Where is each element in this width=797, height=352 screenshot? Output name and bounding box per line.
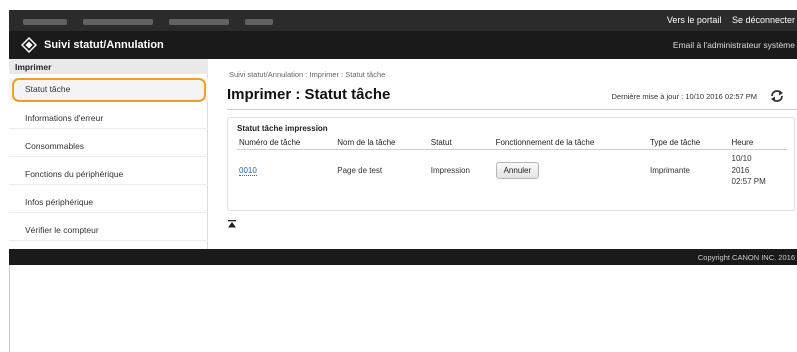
time-clock: 02:57 PM	[731, 177, 766, 187]
title-divider	[227, 109, 797, 110]
highlight-ring	[12, 78, 206, 102]
sidebar-section-print: Imprimer	[9, 59, 208, 74]
app-logo-icon	[21, 37, 37, 53]
portal-link[interactable]: Vers le portail	[667, 15, 722, 25]
page-title: Imprimer : Statut tâche	[227, 86, 391, 103]
logout-link[interactable]: Se déconnecter	[732, 15, 795, 25]
sidebar-item-check-counter[interactable]: Vérifier le compteur	[9, 219, 208, 241]
time-year: 2016	[731, 165, 750, 175]
scroll-top-icon[interactable]	[228, 220, 236, 228]
admin-mail-link[interactable]: Email à l'administrateur système	[673, 40, 795, 50]
sidebar-item-device-info[interactable]: Infos périphérique	[9, 191, 208, 213]
time-cell: 10/10 2016 02:57 PM	[730, 150, 788, 191]
copyright-text: Copyright CANON INC. 2016	[697, 253, 795, 262]
job-name-cell: Page de test	[337, 165, 383, 175]
table-header-row: Numéro de tâche Nom de la tâche Statut F…	[237, 136, 787, 150]
col-job-number: Numéro de tâche	[237, 136, 336, 150]
time-date: 10/10	[731, 154, 752, 163]
footer: Copyright CANON INC. 2016	[9, 249, 797, 265]
breadcrumb: Suivi statut/Annulation : Imprimer : Sta…	[229, 70, 386, 79]
sidebar-item-error-info[interactable]: Informations d'erreur	[9, 107, 208, 129]
blurred-device-info	[23, 17, 323, 25]
job-type-cell: Imprimante	[649, 165, 690, 175]
sidebar-item-label: Fonctions du périphérique	[25, 169, 124, 179]
sidebar-item-consumables[interactable]: Consommables	[9, 135, 208, 157]
table-row: 0010 Page de test Impression Annuler Imp…	[237, 150, 787, 191]
top-bar: Vers le portail Se déconnecter	[9, 10, 797, 31]
status-cell: Impression	[430, 165, 470, 175]
cancel-button[interactable]: Annuler	[495, 161, 540, 179]
sidebar-item-device-functions[interactable]: Fonctions du périphérique	[9, 163, 208, 185]
sidebar-item-label: Vérifier le compteur	[25, 225, 99, 235]
col-time: Heure	[729, 136, 787, 150]
app-title: Suivi statut/Annulation	[44, 39, 164, 51]
job-status-panel: Statut tâche impression Numéro de tâche …	[227, 117, 795, 211]
main-content: Suivi statut/Annulation : Imprimer : Sta…	[208, 59, 797, 249]
col-job-type: Type de tâche	[647, 136, 730, 150]
job-number-link[interactable]: 0010	[239, 165, 257, 176]
empty-area	[9, 265, 797, 352]
sidebar-item-label: Consommables	[25, 141, 85, 151]
job-table: Numéro de tâche Nom de la tâche Statut F…	[237, 136, 787, 191]
col-job-name: Nom de la tâche	[335, 136, 429, 150]
refresh-icon[interactable]	[769, 88, 785, 104]
panel-title: Statut tâche impression	[237, 124, 328, 133]
sidebar-item-label: Infos périphérique	[25, 197, 94, 207]
title-bar: Suivi statut/Annulation Email à l'admini…	[9, 31, 797, 59]
col-status: Statut	[428, 136, 494, 150]
col-job-operation: Fonctionnement de la tâche	[493, 136, 648, 150]
last-update-text: Dernière mise à jour : 10/10 2016 02:57 …	[611, 92, 758, 101]
sidebar-item-label: Informations d'erreur	[25, 113, 104, 123]
